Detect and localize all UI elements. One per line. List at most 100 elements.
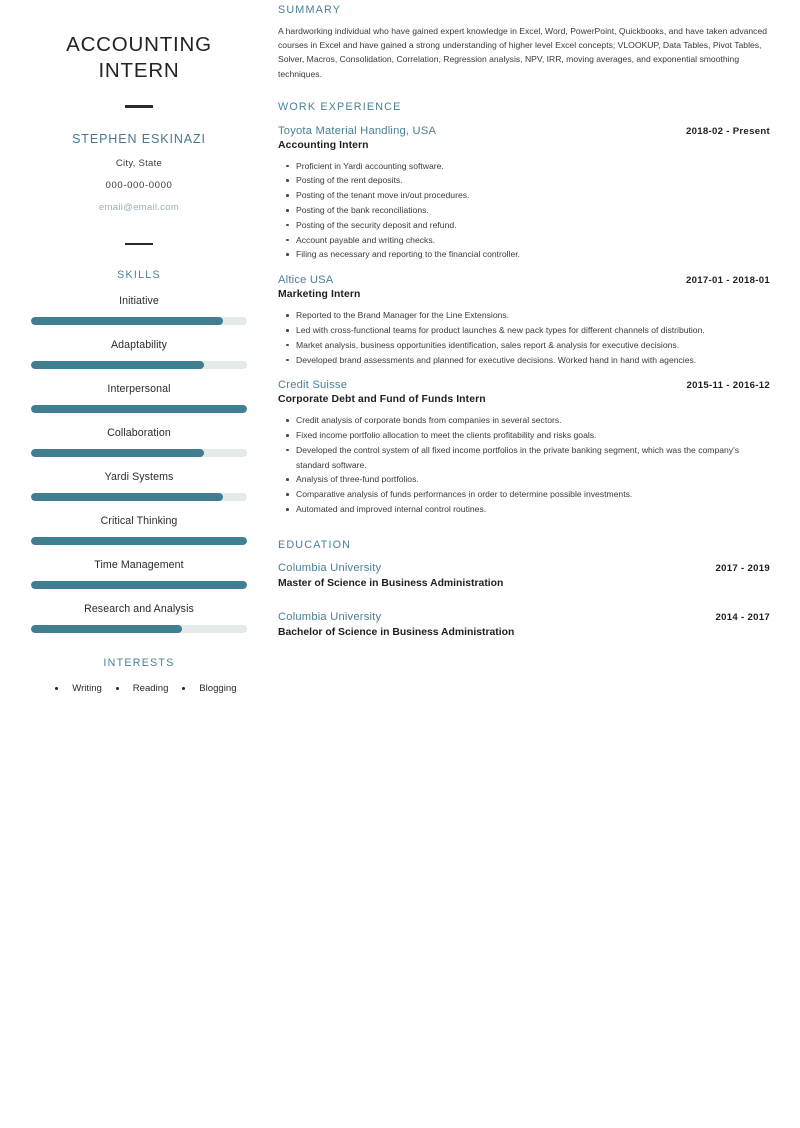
skill-progress-fill	[31, 361, 204, 370]
responsibility-item: Led with cross-functional teams for prod…	[286, 323, 770, 338]
main-content: SUMMARY A hardworking individual who hav…	[278, 0, 800, 1128]
responsibility-item: Account payable and writing checks.	[286, 233, 770, 248]
skills-list: Initiative Adaptability Interpersonal Colla…	[30, 295, 248, 634]
responsibility-item: Analysis of three-fund portfolios.	[286, 472, 770, 487]
skill-progress-fill	[31, 581, 247, 590]
skill-progress-track	[31, 405, 247, 414]
skill-item: Time Management	[30, 559, 248, 590]
education-dates: 2014 - 2017	[715, 611, 770, 623]
summary-text: A hardworking individual who have gained…	[278, 26, 768, 79]
contact-location: City, State	[115, 157, 163, 169]
responsibility-item: Credit analysis of corporate bonds from …	[286, 413, 770, 428]
skill-progress-fill	[31, 317, 224, 326]
skill-item: Collaboration	[30, 427, 248, 458]
entry-header: Toyota Material Handling, USA 2018-02 - P…	[278, 125, 770, 137]
skill-item: Interpersonal	[30, 383, 248, 414]
skill-label: Collaboration	[107, 427, 171, 440]
work-experience-entry: Toyota Material Handling, USA 2018-02 - P…	[278, 125, 770, 262]
interest-item: Writing	[72, 683, 102, 695]
entry-header: Altice USA 2017-01 - 2018-01	[278, 274, 770, 286]
responsibility-item: Filing as necessary and reporting to the…	[286, 247, 770, 262]
skill-progress-fill	[31, 537, 247, 546]
skill-label: Time Management	[94, 559, 184, 572]
job-title: Accounting Intern	[278, 139, 369, 151]
education-list: Columbia University 2017 - 2019 Master of …	[278, 562, 770, 638]
entry-header: Columbia University 2014 - 2017	[278, 611, 770, 623]
skill-progress-track	[31, 449, 247, 458]
education-entry: Columbia University 2014 - 2017 Bachelor o…	[278, 611, 770, 638]
skill-label: Interpersonal	[107, 383, 171, 396]
job-title: Corporate Debt and Fund of Funds Intern	[278, 394, 486, 406]
skill-progress-track	[31, 581, 247, 590]
responsibility-item: Fixed income portfolio allocation to mee…	[286, 428, 770, 443]
skill-label: Critical Thinking	[100, 515, 178, 528]
responsibility-list: Credit analysis of corporate bonds from …	[278, 413, 770, 516]
work-experience-heading: WORK EXPERIENCE	[278, 100, 402, 113]
employer-name: Toyota Material Handling, USA	[278, 124, 437, 137]
skill-progress-fill	[31, 449, 204, 458]
work-experience-entry: Credit Suisse 2015-11 - 2016-12 Corporate …	[278, 379, 770, 516]
responsibility-item: Developed brand assessments and planned …	[286, 353, 770, 368]
responsibility-item: Proficient in Yardi accounting software.	[286, 159, 770, 174]
entry-header: Columbia University 2017 - 2019	[278, 562, 770, 574]
work-experience-entry: Altice USA 2017-01 - 2018-01 Marketing Int…	[278, 274, 770, 367]
skill-item: Adaptability	[30, 339, 248, 370]
responsibility-item: Comparative analysis of funds performanc…	[286, 487, 770, 502]
skill-progress-fill	[31, 405, 247, 414]
skill-progress-track	[31, 361, 247, 370]
divider-top	[125, 105, 153, 108]
interests-list: Writing Reading Blogging	[30, 683, 248, 694]
education-entry: Columbia University 2017 - 2019 Master of …	[278, 562, 770, 589]
divider-contact	[125, 242, 153, 246]
interest-item: Blogging	[199, 683, 237, 695]
skill-label: Initiative	[119, 295, 159, 308]
contact-phone[interactable]: 000-000-0000	[30, 180, 248, 191]
bullet-icon	[55, 687, 59, 691]
summary-heading: SUMMARY	[278, 4, 342, 16]
responsibility-item: Market analysis, business opportunities …	[286, 338, 770, 353]
employment-dates: 2015-11 - 2016-12	[686, 380, 770, 392]
employer-name: Credit Suisse	[278, 379, 348, 392]
contact-email[interactable]: email@email.com	[30, 202, 248, 213]
skill-label: Yardi Systems	[104, 471, 174, 484]
responsibility-item: Posting of the tenant move in/out proced…	[286, 188, 770, 203]
education-dates: 2017 - 2019	[715, 562, 770, 574]
employment-dates: 2018-02 - Present	[685, 125, 770, 137]
skill-progress-fill	[31, 625, 183, 634]
skill-progress-fill	[31, 493, 224, 502]
skill-progress-track	[31, 317, 247, 326]
bullet-icon	[182, 687, 186, 691]
responsibility-item: Posting of the rent deposits.	[286, 173, 770, 188]
skill-item: Critical Thinking	[30, 515, 248, 546]
skill-item: Initiative	[30, 295, 248, 326]
skill-item: Research and Analysis	[30, 603, 248, 634]
responsibility-item: Posting of the security deposit and refu…	[286, 218, 770, 233]
responsibility-list: Proficient in Yardi accounting software.…	[278, 159, 770, 262]
bullet-icon	[115, 687, 119, 691]
work-experience-list: Toyota Material Handling, USA 2018-02 - P…	[278, 125, 770, 517]
skill-progress-track	[31, 537, 247, 546]
skills-heading: SKILLS	[117, 269, 161, 282]
degree-title: Bachelor of Science in Business Administ…	[278, 626, 515, 638]
interest-item: Reading	[132, 683, 169, 695]
sidebar: ACCOUNTING INTERN STEPHEN ESKINAZI City,…	[0, 0, 278, 1128]
education-heading: EDUCATION	[278, 538, 352, 551]
skill-progress-track	[31, 493, 247, 502]
responsibility-item: Reported to the Brand Manager for the Li…	[286, 308, 770, 323]
degree-title: Master of Science in Business Administra…	[278, 577, 504, 589]
responsibility-item: Developed the control system of all fixe…	[286, 443, 770, 473]
responsibility-item: Posting of the bank reconciliations.	[286, 203, 770, 218]
page-title: ACCOUNTING INTERN	[66, 33, 212, 82]
school-name: Columbia University	[278, 610, 382, 623]
school-name: Columbia University	[278, 561, 382, 574]
responsibility-item: Automated and improved internal control …	[286, 502, 770, 517]
employer-name: Altice USA	[278, 274, 334, 287]
job-title: Marketing Intern	[278, 289, 361, 301]
responsibility-list: Reported to the Brand Manager for the Li…	[278, 308, 770, 367]
skill-label: Adaptability	[111, 339, 167, 352]
entry-header: Credit Suisse 2015-11 - 2016-12	[278, 379, 770, 391]
employment-dates: 2017-01 - 2018-01	[685, 275, 770, 287]
interests-heading: INTERESTS	[103, 657, 175, 670]
candidate-name: STEPHEN ESKINAZI	[72, 131, 206, 146]
resume-page: ACCOUNTING INTERN STEPHEN ESKINAZI City,…	[0, 0, 800, 1128]
